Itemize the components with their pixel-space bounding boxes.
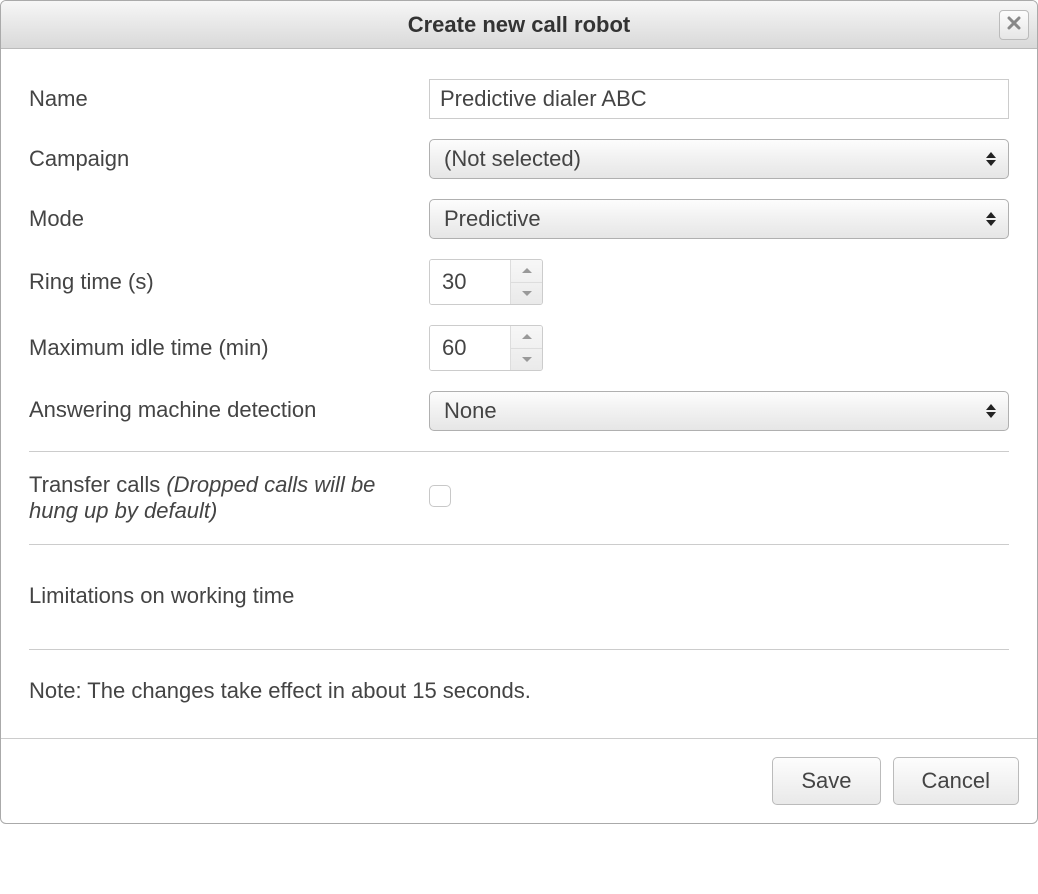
save-button[interactable]: Save	[772, 757, 880, 805]
amd-select[interactable]: None	[429, 391, 1009, 431]
ring-time-input[interactable]	[430, 260, 510, 304]
chevron-updown-icon	[986, 152, 996, 166]
idle-time-step-down[interactable]	[511, 348, 542, 371]
row-idle-time: Maximum idle time (min)	[29, 315, 1009, 381]
idle-time-spinner	[429, 325, 543, 371]
divider	[29, 544, 1009, 545]
row-ring-time: Ring time (s)	[29, 249, 1009, 315]
name-label: Name	[29, 86, 429, 112]
amd-value: None	[444, 398, 497, 424]
row-name: Name	[29, 69, 1009, 129]
close-icon	[1007, 14, 1021, 35]
limitations-heading: Limitations on working time	[29, 555, 1009, 639]
campaign-value: (Not selected)	[444, 146, 581, 172]
idle-time-step-up[interactable]	[511, 326, 542, 348]
row-amd: Answering machine detection None	[29, 381, 1009, 441]
idle-time-label: Maximum idle time (min)	[29, 335, 429, 361]
idle-time-steppers	[510, 326, 542, 370]
mode-label: Mode	[29, 206, 429, 232]
mode-value: Predictive	[444, 206, 541, 232]
transfer-label-wrap: Transfer calls (Dropped calls will be hu…	[29, 472, 429, 524]
divider	[29, 451, 1009, 452]
dialog-footer: Save Cancel	[1, 738, 1037, 823]
transfer-checkbox[interactable]	[429, 485, 451, 507]
row-campaign: Campaign (Not selected)	[29, 129, 1009, 189]
ring-time-label: Ring time (s)	[29, 269, 429, 295]
ring-time-step-down[interactable]	[511, 282, 542, 305]
name-input[interactable]	[429, 79, 1009, 119]
transfer-label: Transfer calls	[29, 472, 166, 497]
campaign-label: Campaign	[29, 146, 429, 172]
ring-time-spinner	[429, 259, 543, 305]
dialog-title: Create new call robot	[408, 12, 631, 38]
chevron-updown-icon	[986, 212, 996, 226]
cancel-button[interactable]: Cancel	[893, 757, 1019, 805]
row-transfer: Transfer calls (Dropped calls will be hu…	[29, 462, 1009, 534]
ring-time-step-up[interactable]	[511, 260, 542, 282]
campaign-select[interactable]: (Not selected)	[429, 139, 1009, 179]
chevron-updown-icon	[986, 404, 996, 418]
mode-select[interactable]: Predictive	[429, 199, 1009, 239]
create-call-robot-dialog: Create new call robot Name Campaign (Not…	[0, 0, 1038, 824]
idle-time-input[interactable]	[430, 326, 510, 370]
row-mode: Mode Predictive	[29, 189, 1009, 249]
ring-time-steppers	[510, 260, 542, 304]
note-text: Note: The changes take effect in about 1…	[29, 660, 1009, 728]
amd-label: Answering machine detection	[29, 391, 429, 423]
divider	[29, 649, 1009, 650]
close-button[interactable]	[999, 10, 1029, 40]
dialog-body: Name Campaign (Not selected) Mode Predic…	[1, 49, 1037, 738]
dialog-header: Create new call robot	[1, 1, 1037, 49]
